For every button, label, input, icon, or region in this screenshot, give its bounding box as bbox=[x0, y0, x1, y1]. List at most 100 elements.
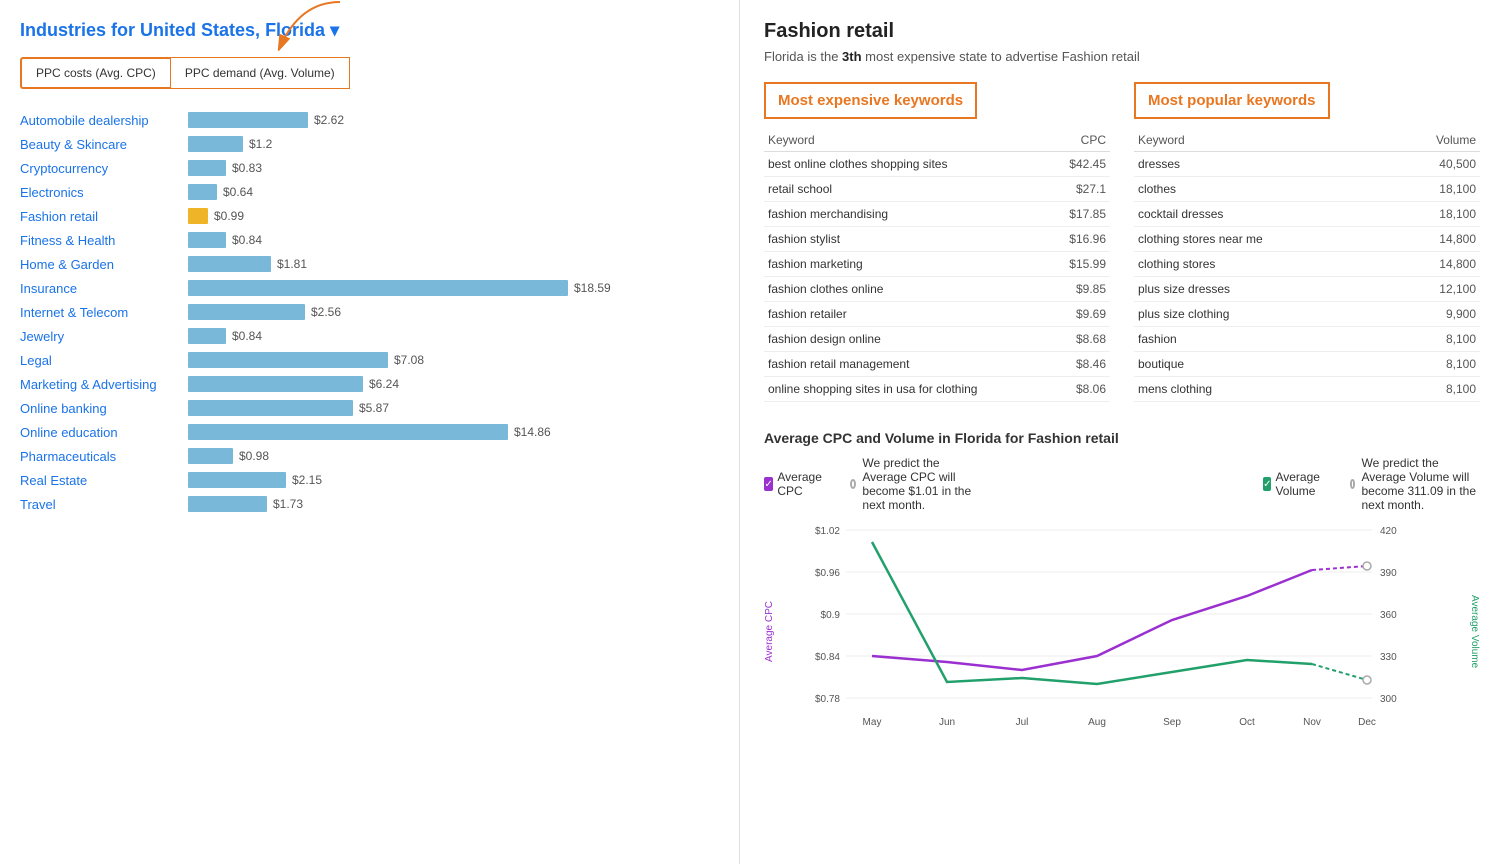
industry-name[interactable]: Automobile dealership bbox=[20, 113, 180, 128]
bar-value: $1.73 bbox=[273, 497, 303, 511]
industry-list: Automobile dealership $2.62 Beauty & Skinc… bbox=[20, 109, 719, 515]
industry-name[interactable]: Insurance bbox=[20, 281, 180, 296]
industry-name[interactable]: Marketing & Advertising bbox=[20, 377, 180, 392]
table-row: online shopping sites in usa for clothin… bbox=[764, 377, 1110, 402]
keyword-cell: boutique bbox=[1134, 352, 1388, 377]
bar-area: $2.15 bbox=[188, 472, 719, 488]
svg-text:Dec: Dec bbox=[1358, 717, 1376, 728]
svg-text:$1.02: $1.02 bbox=[815, 526, 840, 537]
keyword-cell: fashion retailer bbox=[764, 302, 1051, 327]
table-row: clothing stores14,800 bbox=[1134, 252, 1480, 277]
table-row: mens clothing8,100 bbox=[1134, 377, 1480, 402]
chart-section: Average CPC and Volume in Florida for Fa… bbox=[764, 430, 1480, 743]
subtitle-pre: Florida is the bbox=[764, 49, 842, 64]
bar-value: $7.08 bbox=[394, 353, 424, 367]
subtitle-rank: 3th bbox=[842, 49, 862, 64]
svg-text:Aug: Aug bbox=[1088, 717, 1106, 728]
industry-name[interactable]: Electronics bbox=[20, 185, 180, 200]
popular-col2: Volume bbox=[1388, 129, 1480, 152]
industry-name[interactable]: Jewelry bbox=[20, 329, 180, 344]
most-expensive-header: Most expensive keywords bbox=[764, 82, 977, 119]
bar-area: $1.81 bbox=[188, 256, 719, 272]
cpc-checkbox-icon: ✓ bbox=[764, 477, 773, 491]
industry-name[interactable]: Fitness & Health bbox=[20, 233, 180, 248]
industry-name[interactable]: Cryptocurrency bbox=[20, 161, 180, 176]
industry-row: Pharmaceuticals $0.98 bbox=[20, 445, 719, 467]
chart-legend: ✓ Average CPC We predict the Average CPC… bbox=[764, 456, 1480, 512]
bar-value: $6.24 bbox=[369, 377, 399, 391]
industry-row: Cryptocurrency$0.83 bbox=[20, 157, 719, 179]
industry-name[interactable]: Beauty & Skincare bbox=[20, 137, 180, 152]
value-cell: 9,900 bbox=[1388, 302, 1480, 327]
keyword-cell: best online clothes shopping sites bbox=[764, 152, 1051, 177]
keyword-cell: cocktail dresses bbox=[1134, 202, 1388, 227]
industry-row: Legal $7.08 bbox=[20, 349, 719, 371]
table-row: retail school$27.1 bbox=[764, 177, 1110, 202]
expensive-col1: Keyword bbox=[764, 129, 1051, 152]
keyword-cell: fashion merchandising bbox=[764, 202, 1051, 227]
value-cell: $15.99 bbox=[1051, 252, 1110, 277]
right-subtitle: Florida is the 3th most expensive state … bbox=[764, 49, 1480, 64]
industry-name[interactable]: Home & Garden bbox=[20, 257, 180, 272]
table-row: clothes18,100 bbox=[1134, 177, 1480, 202]
industry-row: Travel $1.73 bbox=[20, 493, 719, 515]
table-row: plus size clothing9,900 bbox=[1134, 302, 1480, 327]
table-row: fashion8,100 bbox=[1134, 327, 1480, 352]
value-cell: $9.69 bbox=[1051, 302, 1110, 327]
volume-line bbox=[872, 542, 1312, 684]
keyword-cell: fashion stylist bbox=[764, 227, 1051, 252]
svg-text:$0.96: $0.96 bbox=[815, 568, 840, 579]
table-row: clothing stores near me14,800 bbox=[1134, 227, 1480, 252]
legend-volume-label: Average Volume bbox=[1275, 470, 1325, 498]
industry-name[interactable]: Internet & Telecom bbox=[20, 305, 180, 320]
industry-name[interactable]: Fashion retail bbox=[20, 209, 180, 224]
bar-value: $2.62 bbox=[314, 113, 344, 127]
bar-value: $5.87 bbox=[359, 401, 389, 415]
industry-name[interactable]: Pharmaceuticals bbox=[20, 449, 180, 464]
arrow-annotation bbox=[240, 0, 360, 62]
bar-value: $1.2 bbox=[249, 137, 272, 151]
bar-area: $5.87 bbox=[188, 400, 719, 416]
y-axis-left-label: Average CPC bbox=[764, 601, 775, 662]
predict-dot-cpc bbox=[850, 479, 856, 489]
svg-text:420: 420 bbox=[1380, 526, 1397, 537]
tab-ppc-costs[interactable]: PPC costs (Avg. CPC) bbox=[20, 57, 170, 89]
industry-name[interactable]: Real Estate bbox=[20, 473, 180, 488]
industry-name[interactable]: Online education bbox=[20, 425, 180, 440]
table-row: fashion retailer$9.69 bbox=[764, 302, 1110, 327]
svg-text:$0.84: $0.84 bbox=[815, 652, 840, 663]
industry-name[interactable]: Online banking bbox=[20, 401, 180, 416]
cpc-line bbox=[872, 570, 1312, 670]
keyword-cell: fashion clothes online bbox=[764, 277, 1051, 302]
bar-value: $2.15 bbox=[292, 473, 322, 487]
most-popular-header: Most popular keywords bbox=[1134, 82, 1330, 119]
bar-value: $0.99 bbox=[214, 209, 244, 223]
left-panel: Industries for United States, Florida ▾ … bbox=[0, 0, 740, 864]
industry-name[interactable]: Legal bbox=[20, 353, 180, 368]
keyword-cell: mens clothing bbox=[1134, 377, 1388, 402]
value-cell: 8,100 bbox=[1388, 352, 1480, 377]
chart-wrapper: Average CPC $1.02 $0.96 $0.9 $0.84 $0.78 bbox=[764, 520, 1480, 743]
bar-value: $14.86 bbox=[514, 425, 551, 439]
cpc-predict-line bbox=[1312, 566, 1367, 570]
most-popular-table: Keyword Volume dresses40,500clothes18,10… bbox=[1134, 129, 1480, 402]
bar bbox=[188, 376, 363, 392]
bar-area: $0.84 bbox=[188, 328, 719, 344]
bar bbox=[188, 328, 226, 344]
industry-row: Electronics$0.64 bbox=[20, 181, 719, 203]
predict-dot-volume bbox=[1350, 479, 1356, 489]
most-expensive-table: Keyword CPC best online clothes shopping… bbox=[764, 129, 1110, 402]
industry-row: Internet & Telecom$2.56 bbox=[20, 301, 719, 323]
industry-name[interactable]: Travel bbox=[20, 497, 180, 512]
bar-area: $14.86 bbox=[188, 424, 719, 440]
bar bbox=[188, 496, 267, 512]
bar-area: $0.98 bbox=[188, 448, 719, 464]
value-cell: $8.68 bbox=[1051, 327, 1110, 352]
value-cell: 8,100 bbox=[1388, 327, 1480, 352]
svg-text:300: 300 bbox=[1380, 694, 1397, 705]
value-cell: 14,800 bbox=[1388, 252, 1480, 277]
bar bbox=[188, 112, 308, 128]
keyword-cell: fashion marketing bbox=[764, 252, 1051, 277]
industry-row: Online education $14.86 bbox=[20, 421, 719, 443]
keyword-cell: fashion design online bbox=[764, 327, 1051, 352]
